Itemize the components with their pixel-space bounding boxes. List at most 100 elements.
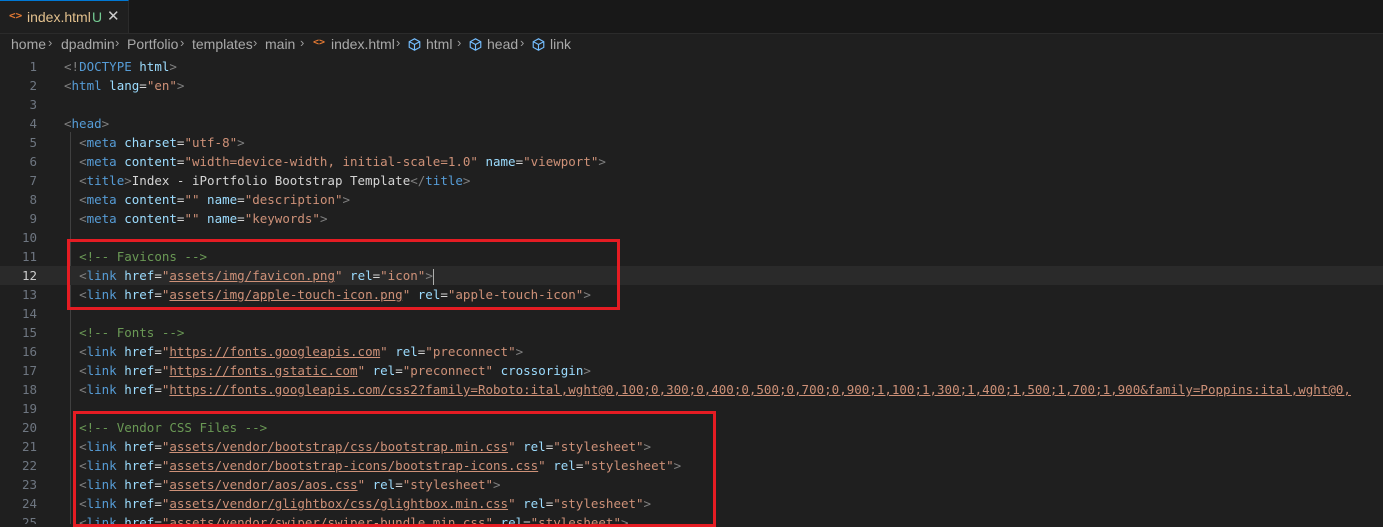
code-token: href	[124, 382, 155, 397]
code-token: ""	[184, 211, 200, 226]
line-number: 11	[21, 249, 37, 264]
breadcrumb-item-link[interactable]: link	[550, 36, 571, 52]
code-text: <meta charset="utf-8">	[64, 133, 245, 152]
breadcrumb-item-main[interactable]: main	[265, 36, 295, 52]
code-line[interactable]: 15 <!-- Fonts -->	[0, 323, 1383, 342]
line-number: 19	[21, 401, 37, 416]
breadcrumb-item-templates[interactable]: templates	[192, 36, 253, 52]
code-token: "utf-8"	[184, 135, 238, 150]
line-number: 9	[29, 211, 37, 226]
line-number: 23	[21, 477, 37, 492]
code-token: "description"	[244, 192, 343, 207]
code-token: "keywords"	[244, 211, 320, 226]
element-cube-icon	[408, 38, 421, 51]
code-token: https://fonts.googleapis.com/css2?family…	[169, 382, 1351, 397]
line-number: 17	[21, 363, 37, 378]
code-text: <!DOCTYPE html>	[64, 57, 177, 76]
code-line[interactable]: 9 <meta content="" name="keywords">	[0, 209, 1383, 228]
breadcrumb-item-html[interactable]: html	[426, 36, 452, 52]
code-token: <	[79, 154, 87, 169]
breadcrumb-item-home[interactable]: home	[11, 36, 46, 52]
close-icon[interactable]: ✕	[107, 7, 120, 25]
code-line[interactable]: 18 <link href="https://fonts.googleapis.…	[0, 380, 1383, 399]
code-token: name	[207, 192, 238, 207]
code-token: content	[124, 211, 177, 226]
line-number: 25	[21, 515, 37, 524]
code-token: title	[425, 173, 463, 188]
code-token: <	[79, 363, 87, 378]
code-token: <	[79, 344, 87, 359]
code-token: "preconnect"	[425, 344, 516, 359]
code-line[interactable]: 6 <meta content = "width=device-width, ini…	[0, 152, 1383, 171]
code-token: link	[86, 363, 125, 378]
breadcrumb: home › dpadmin › Portfolio › templates ›…	[0, 34, 1383, 56]
vendor-css-highlight-box	[73, 411, 716, 527]
code-line[interactable]: 16 <link href= "https://fonts.googleapis.…	[0, 342, 1383, 361]
code-token: >	[169, 59, 177, 74]
code-line[interactable]: 5 <meta charset="utf-8">	[0, 133, 1383, 152]
line-number: 4	[29, 116, 37, 131]
element-cube-icon	[469, 38, 482, 51]
code-token: "width=device-width, initial-scale=1.0"	[184, 154, 478, 169]
code-token: >	[583, 363, 591, 378]
code-token: meta	[86, 154, 125, 169]
code-token: meta	[86, 192, 125, 207]
chevron-right-icon: ›	[115, 35, 120, 50]
line-number: 22	[21, 458, 37, 473]
code-text: <html lang="en">	[64, 76, 184, 95]
tab-bar: <> index.html U ✕	[0, 0, 1383, 34]
breadcrumb-item-file[interactable]: index.html	[331, 36, 395, 52]
code-line[interactable]: 7 <title>Index - iPortfolio Bootstrap Te…	[0, 171, 1383, 190]
line-number: 15	[21, 325, 37, 340]
code-token: >	[101, 116, 110, 131]
code-line[interactable]: 2 <html lang="en">	[0, 76, 1383, 95]
code-line[interactable]: 4 <head>	[0, 114, 1383, 133]
code-token: <	[79, 173, 87, 188]
code-text: <meta content = "width=device-width, initi…	[64, 152, 606, 171]
code-token: html	[139, 59, 170, 74]
code-token: charset	[124, 135, 177, 150]
code-token: link	[86, 344, 125, 359]
code-token: <	[79, 135, 87, 150]
line-number: 6	[29, 154, 37, 169]
breadcrumb-item-dpadmin[interactable]: dpadmin	[61, 36, 115, 52]
code-token: =	[237, 192, 245, 207]
code-token: <!	[64, 59, 80, 74]
code-token: =	[237, 211, 245, 226]
breadcrumb-item-portfolio[interactable]: Portfolio	[127, 36, 178, 52]
code-token: head	[71, 116, 102, 131]
code-line[interactable]: 1 <!DOCTYPE html>	[0, 57, 1383, 76]
code-text: <title>Index - iPortfolio Bootstrap Temp…	[64, 171, 470, 190]
chevron-right-icon: ›	[180, 35, 185, 50]
code-text: <link href= "https://fonts.googleapis.com…	[64, 342, 523, 361]
code-line[interactable]: 3	[0, 95, 1383, 114]
line-number: 18	[21, 382, 37, 397]
line-number: 13	[21, 287, 37, 302]
code-token: =	[154, 363, 162, 378]
breadcrumb-item-head[interactable]: head	[487, 36, 518, 52]
tab-index-html[interactable]: <> index.html U ✕	[0, 0, 129, 33]
code-line[interactable]: 8 <meta content="" name="description">	[0, 190, 1383, 209]
code-token: link	[86, 382, 125, 397]
code-token: https://fonts.googleapis.com	[169, 344, 381, 359]
line-number: 20	[21, 420, 37, 435]
code-line[interactable]: 17 <link href="https://fonts.gstatic.com…	[0, 361, 1383, 380]
code-token: <	[79, 211, 87, 226]
code-token: >	[462, 173, 471, 188]
code-token: crossorigin	[500, 363, 584, 378]
code-token: >	[176, 78, 185, 93]
line-number: 10	[21, 230, 37, 245]
code-token: rel	[372, 363, 396, 378]
code-token: "	[380, 344, 388, 359]
code-token: "	[357, 363, 366, 378]
code-token: </	[410, 173, 426, 188]
line-number: 1	[29, 59, 37, 74]
line-number: 3	[29, 97, 37, 112]
html-file-icon: <>	[313, 37, 326, 48]
